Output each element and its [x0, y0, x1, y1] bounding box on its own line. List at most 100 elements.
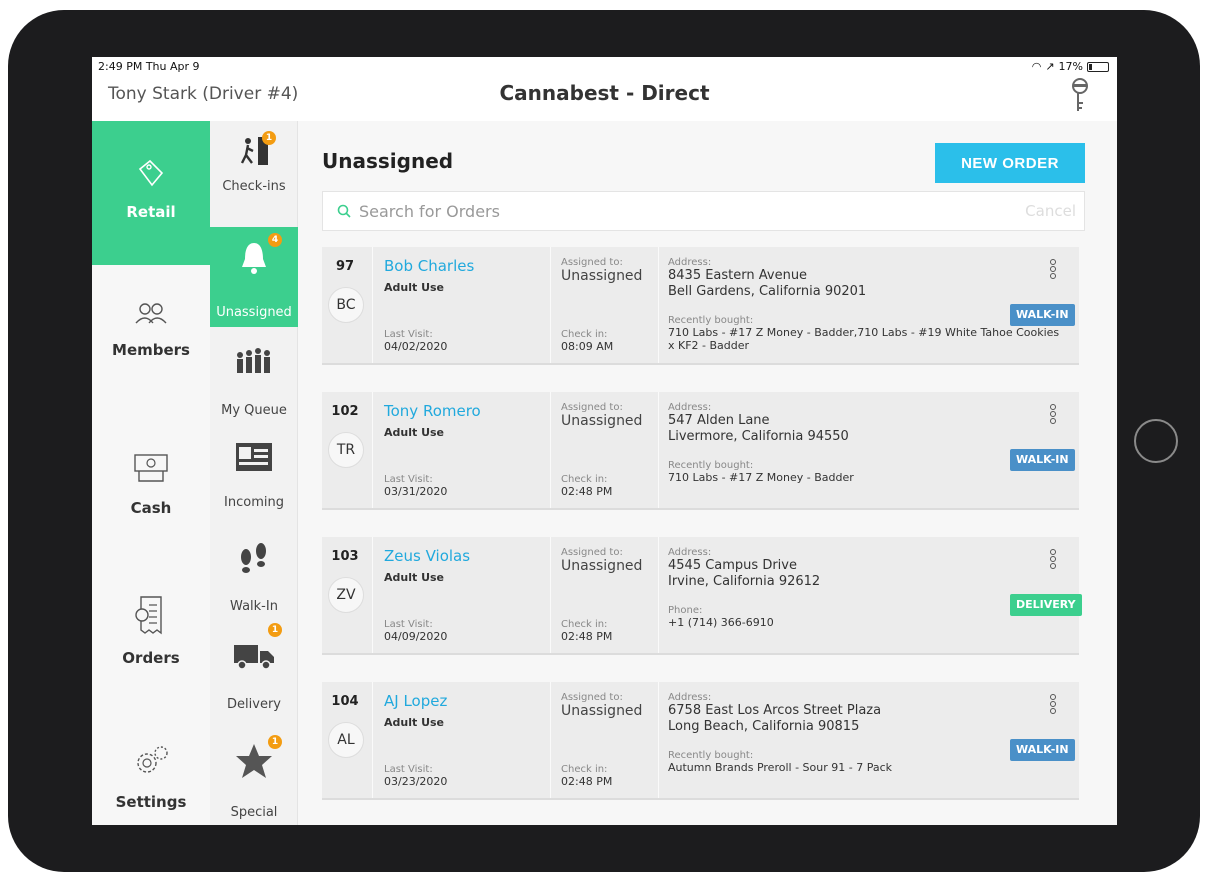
status-bar: 2:49 PM Thu Apr 9 ◠ ↗ 17%: [92, 57, 1117, 75]
divider: [550, 537, 551, 653]
assigned-value: Unassigned: [561, 268, 643, 284]
check-in: Check in: 08:09 AM: [561, 329, 613, 353]
order-extra: Recently bought: 710 Labs - #17 Z Money …: [668, 315, 1068, 352]
order-number: 104: [331, 694, 359, 709]
subnav-special-label: Special: [230, 805, 278, 820]
nav-members[interactable]: Members: [92, 299, 210, 359]
assigned-value: Unassigned: [561, 558, 643, 574]
orders-icon: [135, 596, 162, 635]
avatar: ZV: [328, 577, 364, 613]
incoming-icon-wrap: [210, 437, 298, 477]
delivery-badge: 1: [268, 623, 282, 637]
order-type-badge: WALK-IN: [1010, 449, 1075, 471]
order-card[interactable]: 104 AL AJ Lopez Adult Use Last Visit: 03…: [322, 682, 1079, 800]
nav-settings-label: Settings: [115, 793, 187, 811]
order-type-badge: DELIVERY: [1010, 594, 1082, 616]
extra-value: +1 (714) 366-6910: [668, 616, 774, 629]
status-right: ◠ ↗ 17%: [1032, 60, 1109, 73]
last-visit-value: 03/31/2020: [384, 485, 448, 498]
home-button[interactable]: [1134, 419, 1178, 463]
order-extra: Phone: +1 (714) 366-6910: [668, 605, 1068, 629]
nav-members-label: Members: [112, 341, 190, 359]
more-options-icon[interactable]: [1050, 549, 1058, 573]
walkin-icon-wrap: [210, 537, 298, 577]
subnav-special[interactable]: 1 Special: [210, 735, 298, 820]
assigned-label: Assigned to:: [561, 692, 623, 703]
divider: [372, 682, 373, 798]
address: Address: 8435 Eastern Avenue Bell Garden…: [668, 257, 866, 300]
subnav-delivery[interactable]: 1 Delivery: [210, 623, 298, 712]
battery-icon: [1087, 61, 1109, 72]
divider: [372, 537, 373, 653]
extra-label: Recently bought:: [668, 460, 754, 471]
customer-type: Adult Use: [384, 426, 445, 439]
status-time: 2:49 PM Thu Apr 9: [98, 60, 200, 73]
extra-label: Recently bought:: [668, 315, 754, 326]
special-icon-wrap: 1: [210, 735, 298, 781]
page-title: Cannabest - Direct: [499, 81, 710, 105]
key-icon[interactable]: [1065, 77, 1095, 117]
extra-value: 710 Labs - #17 Z Money - Badder: [668, 471, 854, 484]
address-line1: 547 Alden Lane: [668, 413, 770, 428]
order-card[interactable]: 97 BC Bob Charles Adult Use Last Visit: …: [322, 247, 1079, 365]
divider: [372, 392, 373, 508]
checkins-icon-wrap: 1: [210, 131, 298, 171]
address: Address: 4545 Campus Drive Irvine, Calif…: [668, 547, 820, 590]
customer-name[interactable]: AJ Lopez: [384, 692, 447, 710]
avatar: AL: [328, 722, 364, 758]
assigned-to: Assigned to: Unassigned: [561, 692, 642, 719]
extra-label: Phone:: [668, 605, 703, 616]
subnav-unassigned[interactable]: 4 Unassigned: [210, 227, 298, 327]
check-in-label: Check in:: [561, 474, 608, 485]
subnav-delivery-label: Delivery: [227, 697, 281, 712]
divider: [550, 682, 551, 798]
more-options-icon[interactable]: [1050, 259, 1058, 283]
last-visit-value: 04/02/2020: [384, 340, 448, 353]
subnav-walkin[interactable]: Walk-In: [210, 537, 298, 614]
assigned-to: Assigned to: Unassigned: [561, 257, 642, 284]
last-visit: Last Visit: 04/09/2020: [384, 619, 447, 643]
main-content: Unassigned NEW ORDER Search for Orders C…: [298, 121, 1117, 825]
order-card[interactable]: 102 TR Tony Romero Adult Use Last Visit:…: [322, 392, 1079, 510]
subnav-checkins-label: Check-ins: [222, 179, 286, 194]
search-icon: [337, 204, 351, 218]
more-options-icon[interactable]: [1050, 694, 1058, 718]
signal-icon: ↗: [1045, 60, 1055, 73]
subnav-myqueue[interactable]: My Queue: [210, 343, 298, 418]
search-bar[interactable]: Search for Orders Cancel: [322, 191, 1085, 231]
customer-type: Adult Use: [384, 571, 445, 584]
order-number: 102: [331, 404, 359, 419]
footprints-icon: [241, 543, 266, 573]
customer-type: Adult Use: [384, 716, 445, 729]
more-options-icon[interactable]: [1050, 404, 1058, 428]
last-visit-label: Last Visit:: [384, 329, 433, 340]
nav-retail[interactable]: Retail: [92, 121, 210, 265]
customer-name[interactable]: Zeus Violas: [384, 547, 470, 565]
check-in-value: 02:48 PM: [561, 485, 613, 498]
divider: [658, 247, 659, 363]
address-line1: 8435 Eastern Avenue: [668, 268, 808, 283]
gears-icon: [137, 746, 168, 773]
divider: [658, 682, 659, 798]
subnav-incoming[interactable]: Incoming: [210, 437, 298, 510]
order-card[interactable]: 103 ZV Zeus Violas Adult Use Last Visit:…: [322, 537, 1082, 655]
customer-name[interactable]: Tony Romero: [384, 402, 481, 420]
last-visit-value: 04/09/2020: [384, 630, 448, 643]
extra-value: 710 Labs - #17 Z Money - Badder,710 Labs…: [668, 326, 1060, 352]
nav-cash[interactable]: Cash: [92, 447, 210, 517]
last-visit: Last Visit: 03/31/2020: [384, 474, 447, 498]
assigned-label: Assigned to:: [561, 402, 623, 413]
new-order-button[interactable]: NEW ORDER: [935, 143, 1085, 183]
last-visit: Last Visit: 04/02/2020: [384, 329, 447, 353]
search-cancel-button[interactable]: Cancel: [1025, 202, 1076, 220]
check-in: Check in: 02:48 PM: [561, 619, 612, 643]
extra-label: Recently bought:: [668, 750, 754, 761]
search-input[interactable]: Search for Orders: [359, 202, 500, 221]
customer-name[interactable]: Bob Charles: [384, 257, 474, 275]
assigned-to: Assigned to: Unassigned: [561, 547, 642, 574]
unassigned-badge: 4: [268, 233, 282, 247]
nav-orders[interactable]: Orders: [92, 593, 210, 667]
subnav-checkins[interactable]: 1 Check-ins: [210, 131, 298, 194]
check-in-value: 02:48 PM: [561, 630, 613, 643]
nav-settings[interactable]: Settings: [92, 741, 210, 811]
